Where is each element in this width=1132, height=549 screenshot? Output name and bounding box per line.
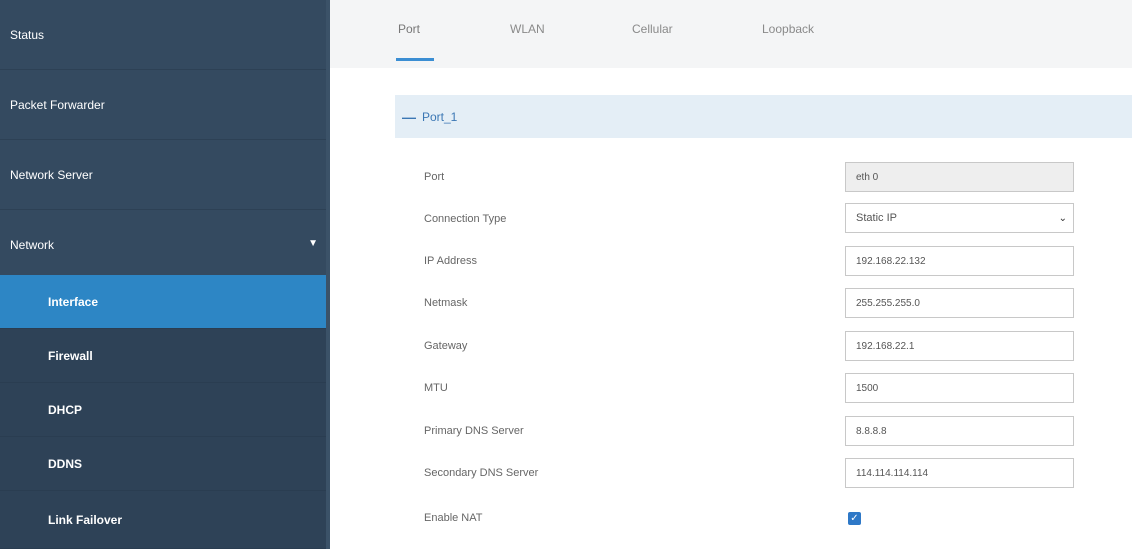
gateway-label: Gateway	[424, 340, 468, 352]
secondary-dns-label: Secondary DNS Server	[424, 467, 539, 479]
sidebar-item-label: Link Failover	[48, 512, 123, 527]
sidebar-item-label: Network Server	[10, 167, 93, 182]
collapse-icon[interactable]: —	[402, 109, 416, 125]
sidebar-item-dhcp[interactable]: DHCP	[0, 383, 328, 437]
sidebar: Status Packet Forwarder Network Server N…	[0, 0, 328, 549]
enable-nat-checkbox[interactable]: ✓	[848, 512, 861, 525]
sidebar-item-label: DHCP	[48, 402, 83, 417]
sidebar-item-label: Interface	[48, 294, 99, 309]
triangle-down-icon: ▼	[308, 237, 318, 249]
connection-type-value: Static IP	[856, 212, 897, 224]
sidebar-item-interface[interactable]: Interface	[0, 275, 328, 329]
netmask-value: 255.255.255.0	[856, 297, 920, 309]
checkmark-icon: ✓	[850, 513, 859, 524]
active-tab-indicator	[396, 58, 434, 61]
section-title: Port_1	[422, 109, 458, 124]
port-field: eth 0	[845, 162, 1074, 192]
tab-port[interactable]: Port	[398, 22, 420, 36]
gateway-value: 192.168.22.1	[856, 340, 915, 352]
primary-dns-input[interactable]: 8.8.8.8	[845, 416, 1074, 446]
port-value: eth 0	[856, 171, 879, 183]
sidebar-item-network[interactable]: Network ▼	[0, 210, 328, 280]
mtu-value: 1500	[856, 382, 879, 394]
netmask-label: Netmask	[424, 297, 468, 309]
netmask-input[interactable]: 255.255.255.0	[845, 288, 1074, 318]
connection-type-label: Connection Type	[424, 213, 507, 225]
sidebar-item-packet-forwarder[interactable]: Packet Forwarder	[0, 70, 328, 140]
section-header-port-1[interactable]: — Port_1	[395, 95, 1132, 138]
primary-dns-label: Primary DNS Server	[424, 425, 524, 437]
main-panel: Port WLAN Cellular Loopback — Port_1 Por…	[330, 0, 1132, 549]
sidebar-item-label: Status	[10, 27, 45, 42]
sidebar-item-label: Firewall	[48, 348, 93, 363]
primary-dns-value: 8.8.8.8	[856, 425, 887, 437]
sidebar-item-ddns[interactable]: DDNS	[0, 437, 328, 491]
enable-nat-label: Enable NAT	[424, 512, 483, 524]
ip-address-input[interactable]: 192.168.22.132	[845, 246, 1074, 276]
gateway-input[interactable]: 192.168.22.1	[845, 331, 1074, 361]
tab-loopback[interactable]: Loopback	[762, 22, 814, 36]
tab-bar: Port WLAN Cellular Loopback	[330, 0, 1132, 68]
tab-cellular[interactable]: Cellular	[632, 22, 673, 36]
mtu-input[interactable]: 1500	[845, 373, 1074, 403]
mtu-label: MTU	[424, 382, 448, 394]
sidebar-item-firewall[interactable]: Firewall	[0, 329, 328, 383]
tab-wlan[interactable]: WLAN	[510, 22, 545, 36]
secondary-dns-value: 114.114.114.114	[856, 467, 929, 479]
ip-address-value: 192.168.22.132	[856, 255, 926, 267]
ip-address-label: IP Address	[424, 255, 477, 267]
chevron-down-icon: ⌄	[1058, 212, 1067, 224]
sidebar-item-label: DDNS	[48, 456, 83, 471]
sidebar-item-network-server[interactable]: Network Server	[0, 140, 328, 210]
sidebar-item-status[interactable]: Status	[0, 0, 328, 70]
port-label: Port	[424, 171, 445, 183]
connection-type-select[interactable]: Static IP ⌄	[845, 203, 1074, 233]
secondary-dns-input[interactable]: 114.114.114.114	[845, 458, 1074, 488]
sidebar-item-link-failover[interactable]: Link Failover	[0, 491, 328, 549]
sidebar-item-label: Network	[10, 237, 55, 252]
sidebar-item-label: Packet Forwarder	[10, 97, 105, 112]
